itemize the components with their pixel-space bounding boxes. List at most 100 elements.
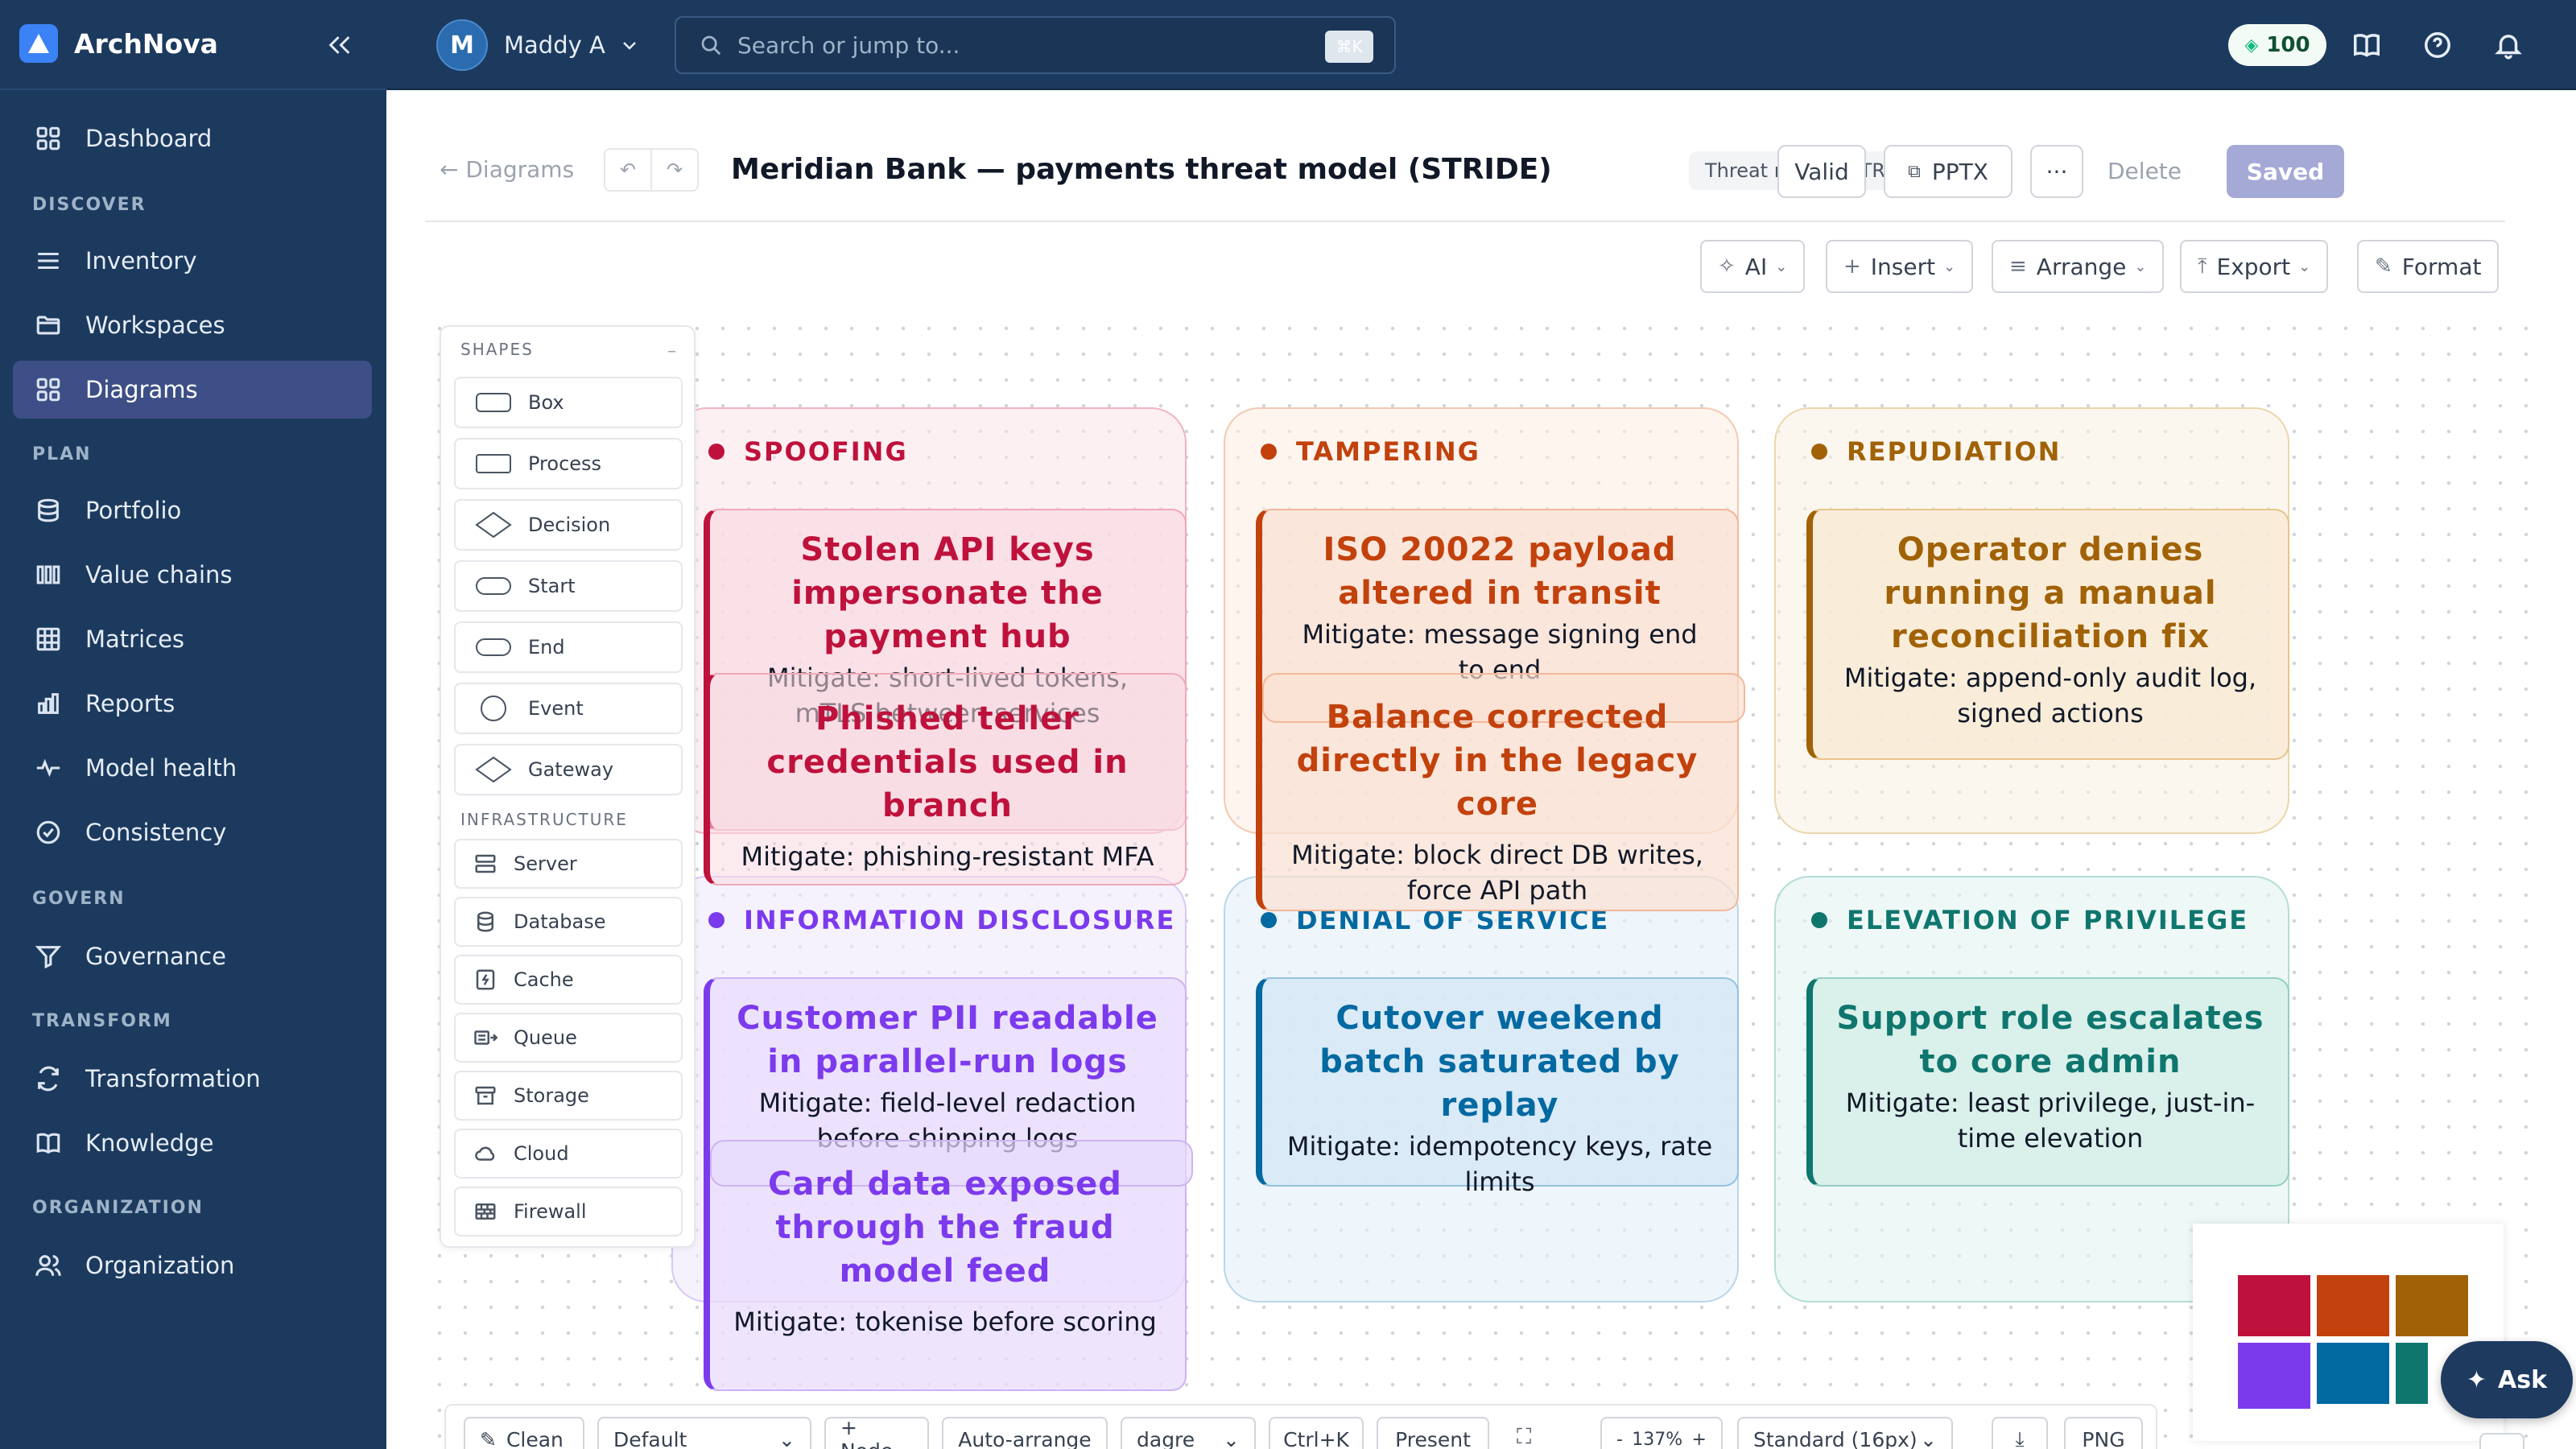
add-node-button[interactable]: + Node — [824, 1416, 929, 1449]
sidebar-item-label: Organization — [85, 1252, 235, 1279]
palette-item-start[interactable]: Start — [454, 560, 683, 612]
palette-item-queue[interactable]: Queue — [454, 1013, 683, 1063]
refresh-icon — [34, 1064, 63, 1093]
palette-item-gateway[interactable]: Gateway — [454, 744, 683, 795]
layout-engine-select[interactable]: dagre ⌄ — [1121, 1417, 1256, 1449]
sidebar-item-organization[interactable]: Organization — [13, 1236, 372, 1294]
scroll-handle[interactable] — [2479, 1433, 2524, 1449]
brand[interactable]: ArchNova — [19, 24, 218, 63]
sidebar-item-transformation[interactable]: Transformation — [13, 1050, 372, 1108]
event-shape-icon — [481, 696, 506, 721]
ask-assistant-button[interactable]: ✦ Ask — [2441, 1341, 2573, 1418]
clean-button[interactable]: ✎ Clean — [464, 1417, 584, 1449]
palette-item-decision[interactable]: Decision — [454, 499, 683, 551]
palette-item-label: Cloud — [514, 1142, 569, 1165]
help-button[interactable] — [2418, 26, 2457, 64]
palette-item-process[interactable]: Process — [454, 438, 683, 489]
sidebar-item-label: Governance — [85, 943, 226, 970]
palette-item-server[interactable]: Server — [454, 839, 683, 889]
threat-title: Customer PII readable in parallel-run lo… — [737, 1000, 1158, 1080]
threat-card[interactable]: Balance corrected directly in the legacy… — [1256, 696, 1739, 913]
zone-dot — [1261, 444, 1277, 460]
insert-menu-button[interactable]: + Insert ⌄ — [1826, 240, 1974, 293]
fit-view-icon[interactable]: ⛶ — [1517, 1425, 1531, 1449]
palette-item-event[interactable]: Event — [454, 683, 683, 734]
present-button[interactable]: Present — [1377, 1417, 1489, 1449]
palette-item-cloud[interactable]: Cloud — [454, 1129, 683, 1179]
more-button[interactable]: ··· — [2030, 145, 2083, 198]
threat-card[interactable]: Support role escalates to core admin Mit… — [1806, 977, 2289, 1187]
collapse-palette-button[interactable]: – — [667, 341, 676, 361]
pptx-button[interactable]: ⧉ PPTX — [1884, 145, 2013, 198]
sidebar-item-diagrams[interactable]: Diagrams — [13, 361, 372, 419]
palette-item-label: Cache — [514, 968, 574, 991]
saved-button[interactable]: Saved — [2227, 145, 2344, 198]
valid-button[interactable]: Valid — [1777, 145, 1866, 198]
palette-item-cache[interactable]: Cache — [454, 955, 683, 1005]
plus-icon: + — [1843, 254, 1861, 279]
sidebar-item-value-chains[interactable]: Value chains — [13, 546, 372, 604]
user-menu[interactable]: M Maddy A — [436, 19, 639, 71]
queue-icon — [474, 1030, 497, 1045]
format-button[interactable]: ✎ Format — [2357, 240, 2500, 293]
sidebar-item-reports[interactable]: Reports — [13, 675, 372, 733]
palette-item-storage[interactable]: Storage — [454, 1071, 683, 1121]
export-label: Export — [2216, 253, 2291, 280]
sidebar-item-label: Consistency — [85, 819, 227, 846]
grid-size-value: Standard (16px) — [1753, 1427, 1918, 1449]
sidebar-item-knowledge[interactable]: Knowledge — [13, 1114, 372, 1172]
zoom-control[interactable]: - 137% + — [1600, 1417, 1723, 1449]
format-label: Format — [2401, 253, 2482, 280]
search-input[interactable]: Search or jump to... ⌘K — [675, 16, 1396, 74]
palette-item-firewall[interactable]: Firewall — [454, 1187, 683, 1236]
threat-mitigation: Mitigate: block direct DB writes, force … — [1291, 840, 1703, 906]
delete-button[interactable]: Delete — [2107, 158, 2182, 184]
sidebar-item-workspaces[interactable]: Workspaces — [13, 296, 372, 354]
book-open-icon — [2354, 34, 2380, 57]
chevron-down-icon: ⌄ — [1775, 258, 1788, 275]
minimap-node — [2396, 1343, 2428, 1404]
sidebar-item-label: Inventory — [85, 247, 197, 275]
sparkle-icon: ✧ — [1718, 254, 1736, 279]
sidebar-item-dashboard[interactable]: Dashboard — [13, 109, 372, 167]
download-button[interactable]: ⤓ — [1992, 1417, 2048, 1449]
threat-card[interactable]: Card data exposed through the fraud mode… — [704, 1162, 1187, 1380]
nav-section-organization: ORGANIZATION — [32, 1198, 204, 1218]
grid-size-select[interactable]: Standard (16px) ⌄ — [1737, 1417, 1953, 1449]
arrange-menu-button[interactable]: ≡ Arrange ⌄ — [1992, 240, 2165, 293]
redo-button[interactable]: ↷ — [652, 150, 697, 190]
zoom-in-button[interactable]: + — [1692, 1430, 1707, 1449]
palette-item-label: Server — [514, 852, 577, 875]
threat-card[interactable]: Operator denies running a manual reconci… — [1806, 509, 2289, 760]
auto-arrange-button[interactable]: Auto-arrange — [942, 1417, 1108, 1449]
credits-badge[interactable]: ◈ 100 — [2228, 24, 2326, 66]
threat-card[interactable]: Cutover weekend batch saturated by repla… — [1256, 977, 1739, 1197]
style-select[interactable]: Default ⌄ — [597, 1417, 811, 1449]
diagram-title[interactable]: Meridian Bank — payments threat model (S… — [731, 153, 1552, 186]
notifications-button[interactable] — [2489, 26, 2528, 64]
png-button[interactable]: PNG — [2064, 1417, 2143, 1449]
sidebar-item-inventory[interactable]: Inventory — [13, 232, 372, 290]
zoom-out-button[interactable]: - — [1616, 1430, 1623, 1449]
docs-button[interactable] — [2347, 26, 2386, 64]
palette-item-end[interactable]: End — [454, 621, 683, 673]
sidebar-item-governance[interactable]: Governance — [13, 927, 372, 985]
bell-icon — [2495, 35, 2522, 60]
undo-button[interactable]: ↶ — [605, 150, 652, 190]
collapse-sidebar-button[interactable] — [319, 24, 361, 66]
ai-menu-button[interactable]: ✧ AI ⌄ — [1700, 240, 1806, 293]
sidebar-item-portfolio[interactable]: Portfolio — [13, 481, 372, 539]
presentation-icon: ⧉ — [1908, 161, 1921, 182]
threat-card[interactable]: Phished teller credentials used in branc… — [704, 673, 1187, 886]
palette-item-box[interactable]: Box — [454, 377, 683, 428]
sidebar-item-model-health[interactable]: Model health — [13, 739, 372, 797]
command-shortcut-button[interactable]: Ctrl+K — [1269, 1417, 1364, 1449]
sidebar-item-matrices[interactable]: Matrices — [13, 610, 372, 668]
back-to-diagrams-link[interactable]: ← Diagrams — [440, 156, 574, 183]
decision-shape-icon — [475, 511, 512, 539]
palette-item-database[interactable]: Database — [454, 897, 683, 947]
divider — [0, 89, 386, 90]
sidebar-item-consistency[interactable]: Consistency — [13, 803, 372, 861]
export-menu-button[interactable]: ⤒ Export ⌄ — [2180, 240, 2329, 293]
zone-label-text: ELEVATION OF PRIVILEGE — [1847, 905, 2249, 935]
